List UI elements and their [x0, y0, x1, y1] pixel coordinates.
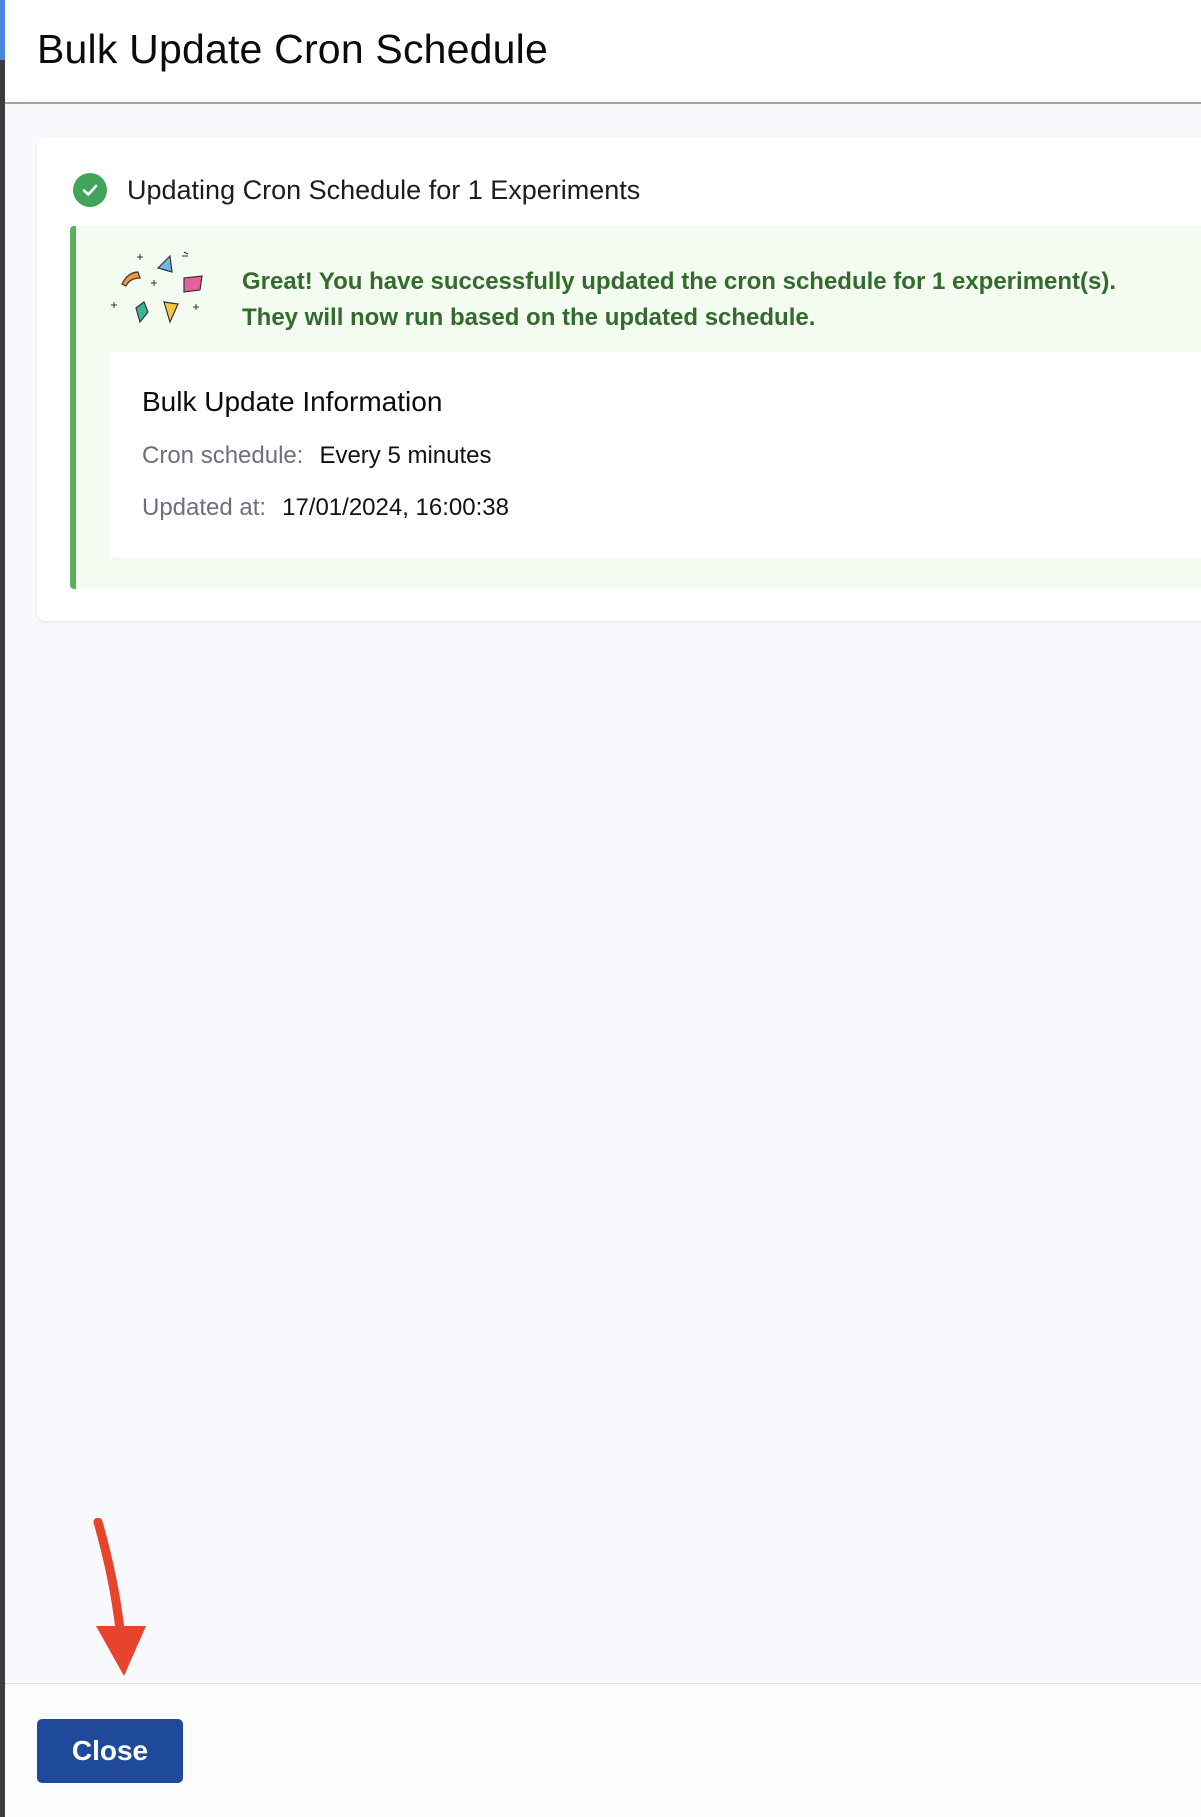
dialog-title: Bulk Update Cron Schedule: [37, 26, 548, 72]
cron-schedule-label: Cron schedule:: [142, 442, 304, 469]
red-arrow-icon: [93, 1518, 146, 1676]
success-message: Great! You have successfully updated the…: [242, 264, 1201, 336]
dialog-footer: Close: [5, 1683, 1201, 1817]
updated-at-value: 17/01/2024, 16:00:38: [282, 494, 509, 521]
bulk-update-info-panel: Bulk Update Information Cron schedule: E…: [110, 352, 1201, 557]
status-text: Updating Cron Schedule for 1 Experiments: [127, 174, 641, 205]
result-card: Updating Cron Schedule for 1 Experiments…: [37, 137, 1201, 621]
cron-schedule-value: Every 5 minutes: [319, 442, 492, 469]
success-callout: Great! You have successfully updated the…: [70, 226, 1201, 589]
cron-schedule-row: Cron schedule: Every 5 minutes: [142, 442, 492, 470]
updated-at-label: Updated at:: [142, 494, 267, 521]
close-button[interactable]: Close: [37, 1719, 183, 1783]
status-row: Updating Cron Schedule for 1 Experiments: [73, 173, 640, 207]
window-edge: [0, 0, 5, 1817]
app-frame: Bulk Update Cron Schedule Updating Cron …: [0, 0, 1201, 1817]
success-line-2: They will now run based on the updated s…: [242, 304, 816, 331]
dialog-header: Bulk Update Cron Schedule: [5, 0, 1201, 104]
updated-at-row: Updated at: 17/01/2024, 16:00:38: [142, 494, 509, 522]
check-circle-icon: [73, 173, 107, 207]
info-title: Bulk Update Information: [142, 386, 443, 417]
success-line-1: Great! You have successfully updated the…: [242, 268, 1117, 295]
confetti-icon: [111, 251, 203, 324]
